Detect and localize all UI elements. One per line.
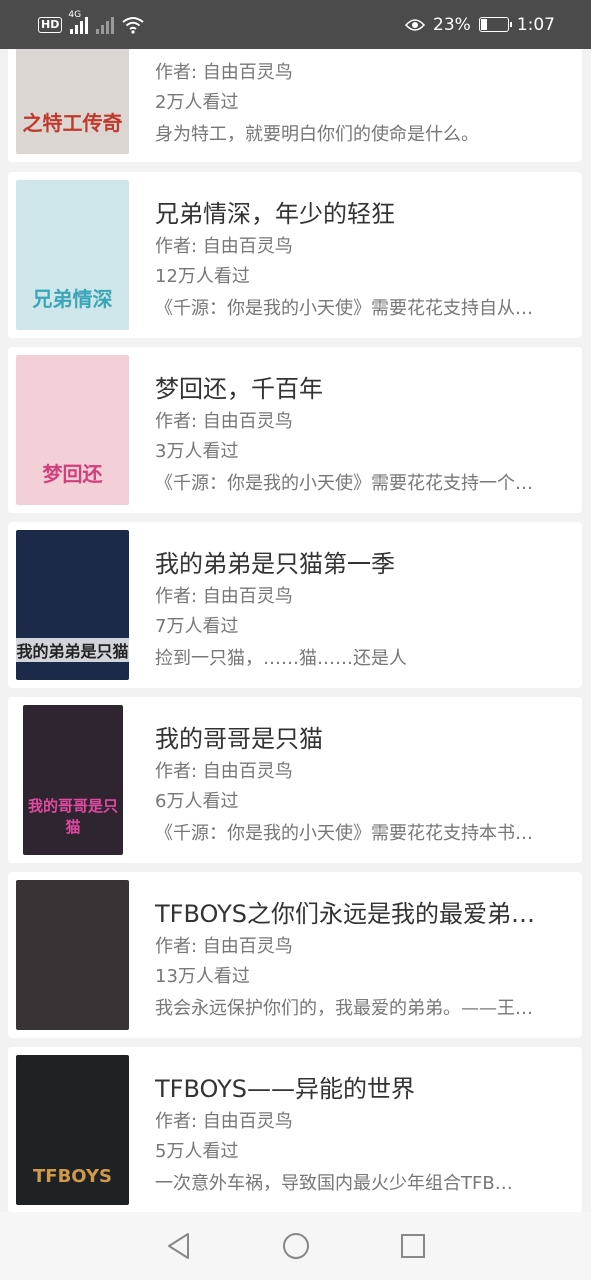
book-views: 13万人看过 (155, 966, 250, 987)
book-desc: 身为特工，就要明白你们的使命是什么。 (155, 124, 479, 145)
book-desc: 《千源：你是我的小天使》需要花花支持本书… (155, 823, 533, 844)
book-card[interactable]: TFBOYS TFBOYS——异能的世界 作者: 自由百灵鸟 5万人看过 一次意… (8, 1047, 582, 1213)
book-desc: 一次意外车祸，导致国内最火少年组合TFB… (155, 1173, 513, 1194)
recents-icon (400, 1234, 425, 1258)
signal-icon-secondary (96, 16, 115, 34)
book-card[interactable]: 我的弟弟是只猫 我的弟弟是只猫第一季 作者: 自由百灵鸟 7万人看过 捡到一只猫… (8, 522, 582, 688)
book-views: 3万人看过 (155, 441, 239, 462)
back-icon (167, 1233, 189, 1259)
network-type: 4G (68, 9, 82, 20)
book-card[interactable]: 兄弟情深 兄弟情深，年少的轻狂 作者: 自由百灵鸟 12万人看过 《千源：你是我… (8, 172, 582, 338)
book-author: 作者: 自由百灵鸟 (155, 761, 293, 782)
book-cover (16, 880, 129, 1030)
book-cover: 我的弟弟是只猫 (16, 530, 129, 680)
book-card[interactable]: 梦回还 梦回还，千百年 作者: 自由百灵鸟 3万人看过 《千源：你是我的小天使》… (8, 347, 582, 513)
status-left: HD 4G (38, 10, 144, 34)
status-right: 23% 1:07 (405, 15, 555, 35)
cover-title: 兄弟情深 (32, 287, 113, 311)
book-author: 作者: 自由百灵鸟 (155, 1111, 293, 1132)
book-card[interactable]: TFBOYS之你们永远是我的最爱弟… 作者: 自由百灵鸟 13万人看过 我会永远… (8, 872, 582, 1038)
hd-badge: HD (38, 16, 63, 33)
cover-title: 梦回还 (42, 462, 103, 486)
book-card[interactable]: 我的哥哥是只猫 我的哥哥是只猫 作者: 自由百灵鸟 6万人看过 《千源：你是我的… (8, 697, 582, 863)
book-title: 我的哥哥是只猫 (155, 725, 323, 753)
book-author: 作者: 自由百灵鸟 (155, 236, 293, 257)
status-bar: HD 4G 23% 1:07 (0, 0, 591, 49)
mobile-signal-icon: 4G (68, 10, 89, 34)
book-author: 作者: 自由百灵鸟 (155, 936, 293, 957)
book-cover: 兄弟情深 (16, 180, 129, 330)
nav-home-button[interactable] (274, 1224, 318, 1268)
cover-title: 我的哥哥是只猫 (27, 797, 118, 836)
book-desc: 《千源：你是我的小天使》需要花花支持自从… (155, 298, 533, 319)
book-author: 作者: 自由百灵鸟 (155, 62, 293, 83)
clock: 1:07 (516, 14, 555, 35)
book-title: TFBOYS——异能的世界 (155, 1075, 415, 1103)
book-author: 作者: 自由百灵鸟 (155, 586, 293, 607)
book-cover: 梦回还 (16, 355, 129, 505)
cover-title: TFBOYS (33, 1166, 112, 1187)
cover-title: 之特工传奇 (22, 111, 123, 135)
nav-back-button[interactable] (157, 1224, 201, 1268)
book-title: 梦回还，千百年 (155, 375, 323, 403)
book-cover: 我的哥哥是只猫 (23, 705, 123, 855)
battery-percent: 23% (433, 14, 471, 35)
home-icon (282, 1233, 309, 1259)
nav-recents-button[interactable] (391, 1224, 435, 1268)
book-desc: 捡到一只猫，……猫……还是人 (155, 648, 407, 669)
book-views: 12万人看过 (155, 266, 250, 287)
book-desc: 我会永远保护你们的，我最爱的弟弟。——王… (155, 998, 533, 1019)
book-author: 作者: 自由百灵鸟 (155, 411, 293, 432)
book-views: 2万人看过 (155, 92, 239, 113)
book-title: 兄弟情深，年少的轻狂 (155, 200, 395, 228)
book-views: 7万人看过 (155, 616, 239, 637)
cover-title: 我的弟弟是只猫 (16, 638, 129, 662)
book-views: 5万人看过 (155, 1141, 239, 1162)
battery-icon (478, 17, 512, 32)
book-title: 我的弟弟是只猫第一季 (155, 550, 395, 578)
eye-comfort-icon (405, 18, 426, 31)
book-title: TFBOYS之你们永远是我的最爱弟… (155, 900, 535, 928)
navigation-bar (0, 1212, 591, 1280)
wifi-icon (122, 16, 144, 34)
book-views: 6万人看过 (155, 791, 239, 812)
book-cover: TFBOYS (16, 1055, 129, 1205)
book-desc: 《千源：你是我的小天使》需要花花支持一个… (155, 473, 533, 494)
